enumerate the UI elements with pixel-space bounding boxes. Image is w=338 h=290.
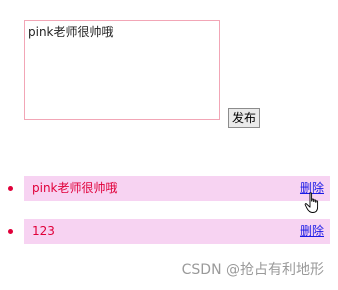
page: pink老师很帅哦 发布 pink老师很帅哦 删除 123 删除 CSDN @抢… bbox=[0, 0, 338, 290]
comment-textarea[interactable]: pink老师很帅哦 bbox=[24, 20, 220, 120]
bullet-icon bbox=[8, 186, 13, 191]
publish-button[interactable]: 发布 bbox=[228, 108, 261, 128]
comment-list: pink老师很帅哦 删除 123 删除 bbox=[0, 176, 338, 262]
watermark: CSDN @抢占有利地形 bbox=[181, 262, 324, 278]
list-item: pink老师很帅哦 删除 bbox=[0, 176, 338, 201]
bullet-icon bbox=[8, 229, 13, 234]
hand-cursor-icon bbox=[304, 192, 319, 213]
delete-link[interactable]: 删除 bbox=[300, 224, 324, 238]
comment-row: 123 删除 bbox=[24, 219, 330, 244]
list-item: 123 删除 bbox=[0, 219, 338, 244]
comment-row: pink老师很帅哦 删除 bbox=[24, 176, 330, 201]
comment-text: pink老师很帅哦 bbox=[32, 181, 118, 195]
comment-text: 123 bbox=[32, 224, 55, 238]
